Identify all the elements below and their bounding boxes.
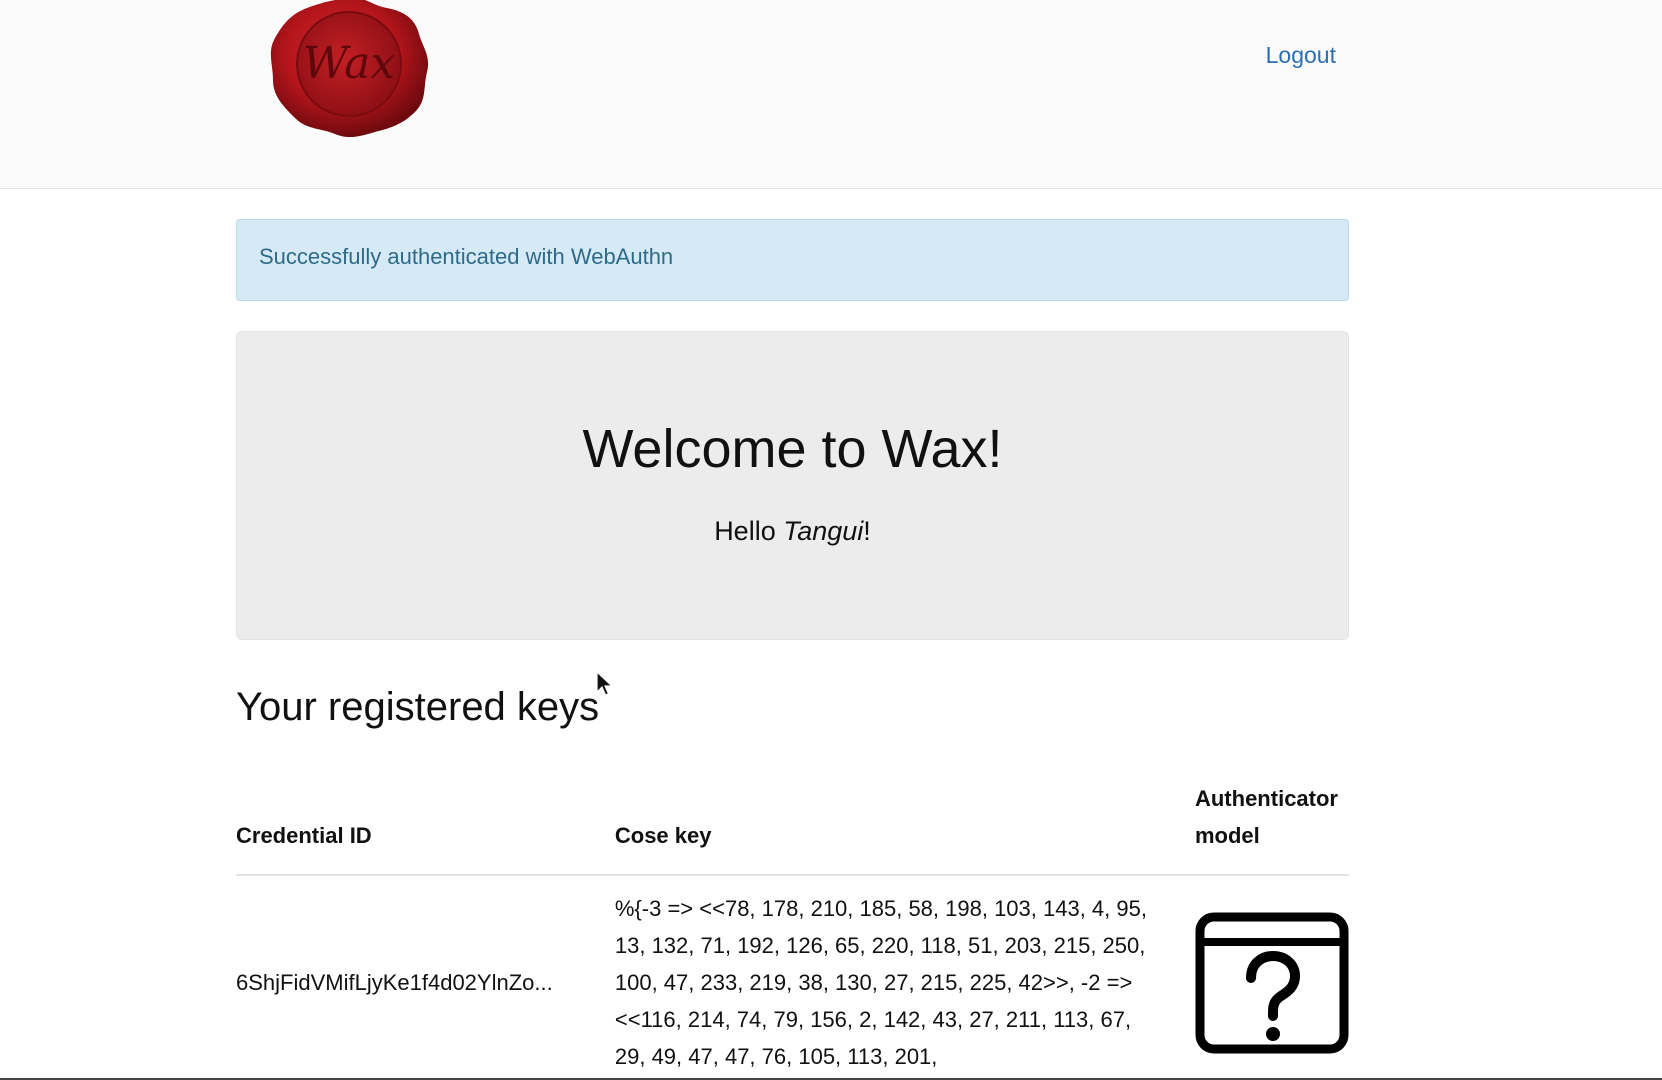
table-row: 6ShjFidVMifLjyKe1f4d02YlnZo... %{-3 => <…	[236, 875, 1349, 1075]
greeting-prefix: Hello	[714, 516, 784, 546]
welcome-title: Welcome to Wax!	[582, 419, 1003, 479]
column-header-credential-id: Credential ID	[236, 780, 615, 876]
unknown-authenticator-icon	[1195, 912, 1349, 1053]
cose-key-cell: %{-3 => <<78, 178, 210, 185, 58, 198, 10…	[614, 896, 1147, 1069]
greeting-suffix: !	[863, 516, 871, 546]
mouse-cursor-icon	[596, 671, 614, 696]
top-navbar: Wax Logout	[0, 0, 1662, 189]
logout-link[interactable]: Logout	[1266, 42, 1336, 69]
table-header-row: Credential ID Cose key Authenticator mod…	[236, 780, 1349, 876]
registered-keys-table: Credential ID Cose key Authenticator mod…	[236, 780, 1349, 1075]
wax-seal-logo[interactable]: Wax	[265, 0, 433, 140]
column-header-authenticator-model: Authenticator model	[1194, 780, 1349, 876]
authenticator-model-cell	[1195, 875, 1349, 1075]
alert-message: Successfully authenticated with WebAuthn	[259, 244, 674, 269]
greeting-text: Hello Tangui!	[237, 516, 1348, 547]
registered-keys-title: Your registered keys	[236, 685, 600, 729]
welcome-jumbotron: Welcome to Wax! Hello Tangui!	[236, 331, 1349, 640]
column-header-cose-key: Cose key	[614, 780, 1195, 876]
username: Tangui	[783, 516, 864, 546]
logo-text: Wax	[303, 38, 396, 89]
credential-id-cell: 6ShjFidVMifLjyKe1f4d02YlnZo...	[236, 970, 553, 995]
success-alert: Successfully authenticated with WebAuthn	[236, 219, 1349, 301]
